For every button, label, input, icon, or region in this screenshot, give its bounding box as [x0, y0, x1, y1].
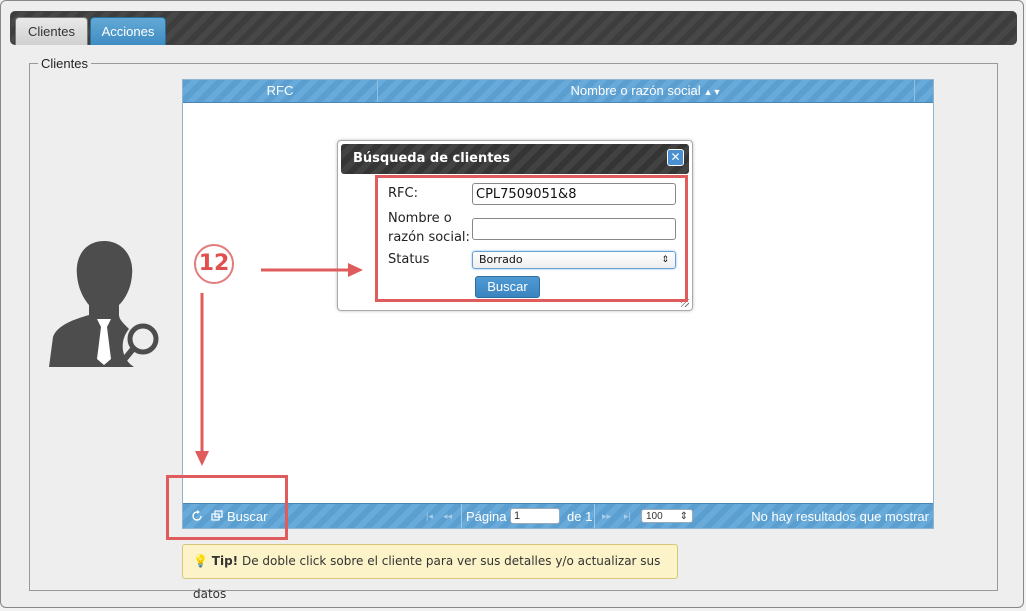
column-header-rfc[interactable]: RFC	[183, 80, 378, 102]
next-page-icon[interactable]: ▸▸	[602, 504, 611, 528]
page-size-wrap: 100 ⇕	[641, 504, 693, 528]
tip-box: 💡 Tip! De doble click sobre el cliente p…	[182, 544, 678, 601]
sort-icon: ▲▼	[703, 87, 722, 97]
user-search-icon	[49, 241, 159, 367]
close-icon[interactable]: ✕	[667, 149, 684, 166]
select-arrow-icon: ⇕	[679, 510, 688, 522]
tip-text: De doble click sobre el cliente para ver…	[193, 554, 661, 601]
page-label: Página	[466, 508, 507, 524]
dialog-title: Búsqueda de clientes	[341, 144, 689, 174]
step-number-badge: 12	[194, 244, 234, 284]
page-input-wrap	[510, 504, 560, 528]
tab-acciones[interactable]: Acciones	[90, 17, 166, 45]
highlight-search-button	[166, 475, 288, 540]
page-size-select[interactable]: 100 ⇕	[641, 509, 693, 523]
page-input[interactable]	[510, 508, 560, 524]
grid-footer: Buscar |◂ ◂◂ Página de 1 ▸▸ ▸| 100⇕ No h…	[183, 503, 933, 528]
page-of-label: de 1	[567, 508, 593, 524]
grid-header: RFC Nombre o razón social ▲▼	[183, 80, 933, 103]
first-page-icon[interactable]: |◂	[426, 504, 433, 528]
grid-status: No hay resultados que mostrar	[751, 508, 929, 524]
fieldset-legend: Clientes	[38, 56, 91, 71]
highlight-dialog-form	[375, 175, 688, 302]
tab-clientes[interactable]: Clientes	[15, 17, 88, 45]
lightbulb-icon: 💡	[193, 554, 208, 568]
last-page-icon[interactable]: ▸|	[624, 504, 631, 528]
tip-prefix: Tip!	[211, 554, 239, 568]
app-window: Clientes Acciones Clientes RFC Nombre o …	[0, 0, 1024, 608]
tab-bar: Clientes Acciones	[10, 11, 1017, 45]
prev-page-icon[interactable]: ◂◂	[443, 504, 452, 528]
column-header-nombre[interactable]: Nombre o razón social ▲▼	[378, 80, 915, 102]
column-header-spacer	[915, 80, 933, 102]
